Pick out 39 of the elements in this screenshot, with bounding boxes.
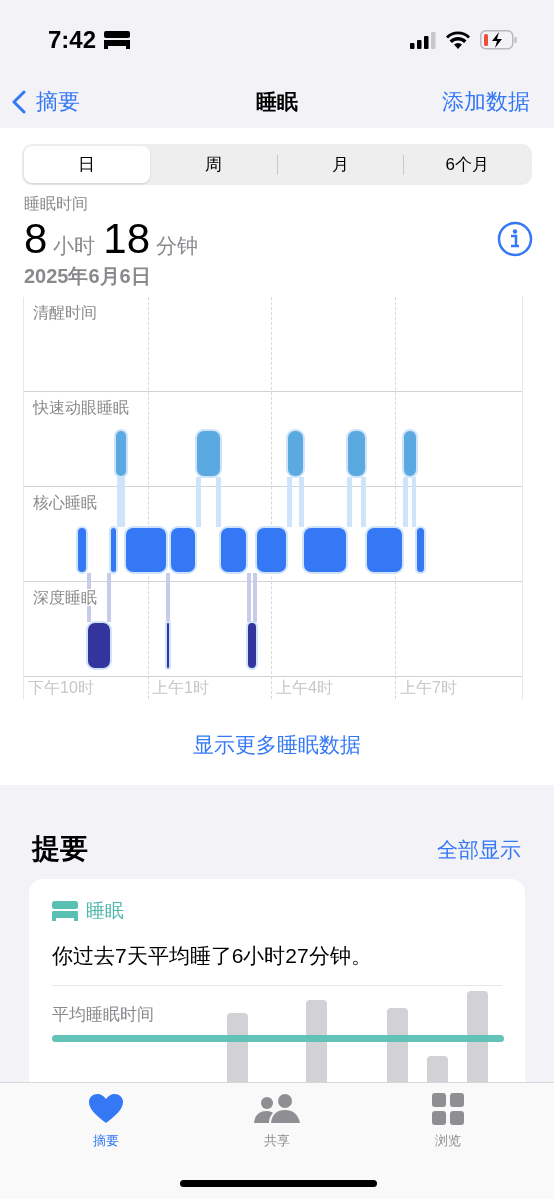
tab-bar-item[interactable]: 摘要 [60,1093,151,1151]
people-icon [254,1094,300,1124]
hours-unit: 小时 [53,233,96,259]
date-label: 2025年6月6日 [24,264,152,289]
info-icon[interactable] [497,221,533,257]
wifi-icon [446,30,470,49]
stage-label: 清醒时间 [33,304,97,321]
heart-icon [88,1094,123,1124]
battery-icon [480,29,518,50]
add-data-button[interactable]: 添加数据 [442,85,530,118]
period-tab[interactable]: 6个月 [404,146,530,183]
bed-icon [52,901,78,922]
stage-label: 深度睡眠 [33,589,97,606]
tab-bar-item[interactable]: 浏览 [403,1093,494,1151]
signal-icon [410,30,436,49]
minutes-unit: 分钟 [156,233,199,259]
hours-value: 8 [24,215,48,263]
grid-icon [432,1093,465,1125]
period-tab[interactable]: 周 [150,146,277,183]
bed-icon [104,30,131,49]
chevron-left-icon [12,89,26,114]
metric-label: 睡眠时间 [24,194,89,214]
minutes-value: 18 [103,215,151,263]
stage-label: 核心睡眠 [33,494,97,511]
chart-label: 平均睡眠时间 [52,1004,154,1026]
time-axis-label: 下午10时 [28,679,94,696]
stage-label: 快速动眼睡眠 [33,399,129,416]
show-more-link[interactable]: 显示更多睡眠数据 [193,729,361,761]
period-tab[interactable]: 月 [277,146,404,183]
category-label: 睡眠 [86,899,124,923]
highlight-card[interactable]: 睡眠 你过去7天平均睡了6小时27分钟。 平均睡眠时间 [29,879,525,1082]
show-all-link[interactable]: 全部显示 [437,833,521,865]
status-time: 7:42 [48,24,97,55]
nav-title: 睡眠 [256,88,298,115]
back-button[interactable]: 摘要 [12,85,80,118]
highlight-text: 你过去7天平均睡了6小时27分钟。 [52,939,502,986]
period-tab[interactable]: 日 [24,146,150,183]
section-title: 提要 [32,832,88,866]
tab-bar-item[interactable]: 共享 [232,1093,322,1151]
